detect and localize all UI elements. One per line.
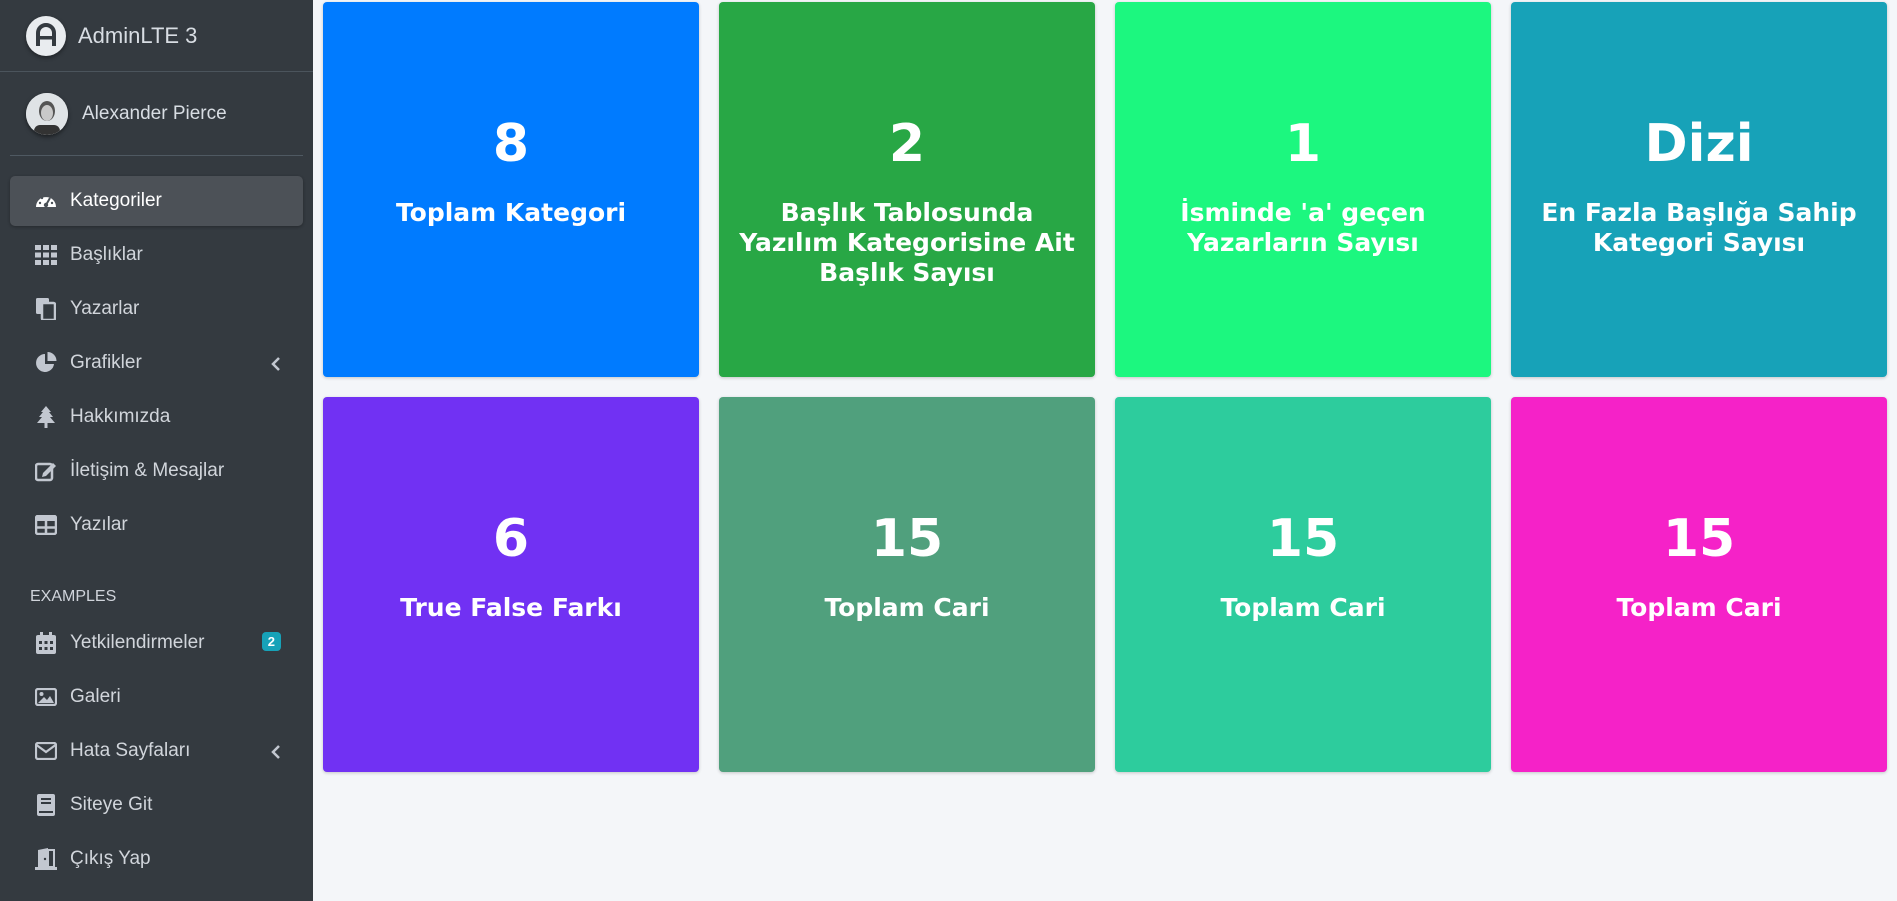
sidebar-item-label: Hata Sayfaları — [70, 740, 191, 761]
card-value: 8 — [492, 114, 530, 174]
sidebar-item-yazarlar[interactable]: Yazarlar — [10, 284, 303, 334]
brand-title: AdminLTE 3 — [78, 22, 198, 48]
envelope-icon — [34, 739, 58, 763]
sidebar-nav: Kategoriler Başlıklar Yazarlar Grafikler — [0, 156, 313, 884]
stat-card[interactable]: Dizi En Fazla Başlığa Sahip Kategori Say… — [1511, 2, 1887, 377]
card-value: 15 — [1662, 509, 1736, 569]
table-icon — [34, 513, 58, 537]
brand-link[interactable]: AdminLTE 3 — [0, 0, 313, 72]
stat-card[interactable]: 15 Toplam Cari — [1115, 397, 1491, 772]
grid-icon — [34, 243, 58, 267]
sidebar-item-label: Yazarlar — [70, 298, 140, 319]
sidebar-item-label: Siteye Git — [70, 794, 153, 815]
chevron-left-icon — [271, 743, 281, 765]
card-label: Toplam Cari — [824, 593, 990, 622]
sidebar-item-label: Yetkilendirmeler — [70, 632, 205, 653]
pie-chart-icon — [34, 351, 58, 375]
sidebar-item-label: İletişim & Mesajlar — [70, 460, 225, 481]
door-icon — [34, 847, 58, 871]
card-label: True False Farkı — [400, 593, 622, 622]
sidebar-item-yetkilendirmeler[interactable]: Yetkilendirmeler 2 — [10, 618, 303, 668]
sidebar: AdminLTE 3 Alexander Pierce Kategoriler … — [0, 0, 313, 901]
card-value: Dizi — [1644, 114, 1754, 174]
card-label: Toplam Cari — [1220, 593, 1386, 622]
sidebar-item-label: Çıkış Yap — [70, 848, 151, 869]
card-value: 15 — [870, 509, 944, 569]
notification-badge: 2 — [261, 632, 281, 651]
card-label: Toplam Cari — [1616, 593, 1782, 622]
tree-icon — [34, 405, 58, 429]
sidebar-item-hata-sayfalari[interactable]: Hata Sayfaları — [10, 726, 303, 776]
stat-card[interactable]: 15 Toplam Cari — [1511, 397, 1887, 772]
main-content: 8 Toplam Kategori 2 Başlık Tablosunda Ya… — [313, 0, 1897, 901]
stat-card[interactable]: 15 Toplam Cari — [719, 397, 1095, 772]
sidebar-item-label: Grafikler — [70, 352, 142, 373]
sidebar-item-grafikler[interactable]: Grafikler — [10, 338, 303, 388]
sidebar-item-iletisim[interactable]: İletişim & Mesajlar — [10, 446, 303, 496]
sidebar-item-hakkimizda[interactable]: Hakkımızda — [10, 392, 303, 442]
sidebar-item-label: Kategoriler — [70, 190, 162, 211]
sidebar-item-cikis-yap[interactable]: Çıkış Yap — [10, 834, 303, 884]
dashboard-gauge-icon — [34, 189, 58, 213]
chevron-left-icon — [271, 355, 281, 377]
card-value: 6 — [492, 509, 530, 569]
sidebar-item-basliklar[interactable]: Başlıklar — [10, 230, 303, 280]
brand-logo-icon — [26, 15, 66, 56]
sidebar-item-label: Galeri — [70, 686, 121, 707]
stat-card[interactable]: 6 True False Farkı — [323, 397, 699, 772]
sidebar-item-label: Yazılar — [70, 514, 128, 535]
card-value: 1 — [1284, 114, 1322, 174]
card-label: İsminde 'a' geçen Yazarların Sayısı — [1180, 198, 1426, 257]
sidebar-item-label: Hakkımızda — [70, 406, 171, 427]
sidebar-item-galeri[interactable]: Galeri — [10, 672, 303, 722]
edit-icon — [34, 459, 58, 483]
avatar — [26, 92, 68, 135]
user-panel[interactable]: Alexander Pierce — [10, 72, 303, 156]
card-value: 2 — [888, 114, 926, 174]
card-label: Toplam Kategori — [395, 198, 627, 227]
sidebar-item-siteye-git[interactable]: Siteye Git — [10, 780, 303, 830]
nav-section-header: EXAMPLES — [30, 588, 117, 605]
book-icon — [34, 793, 58, 817]
copy-icon — [34, 297, 58, 321]
stat-card[interactable]: 1 İsminde 'a' geçen Yazarların Sayısı — [1115, 2, 1491, 377]
card-label: Başlık Tablosunda Yazılım Kategorisine A… — [739, 198, 1075, 287]
stat-card[interactable]: 8 Toplam Kategori — [323, 2, 699, 377]
stat-card[interactable]: 2 Başlık Tablosunda Yazılım Kategorisine… — [719, 2, 1095, 377]
sidebar-item-kategoriler[interactable]: Kategoriler — [10, 176, 303, 226]
user-name: Alexander Pierce — [82, 102, 227, 124]
sidebar-item-label: Başlıklar — [70, 244, 143, 265]
sidebar-item-yazilar[interactable]: Yazılar — [10, 500, 303, 550]
calendar-icon — [34, 631, 58, 655]
card-label: En Fazla Başlığa Sahip Kategori Sayısı — [1541, 198, 1857, 257]
card-value: 15 — [1266, 509, 1340, 569]
image-icon — [34, 685, 58, 709]
